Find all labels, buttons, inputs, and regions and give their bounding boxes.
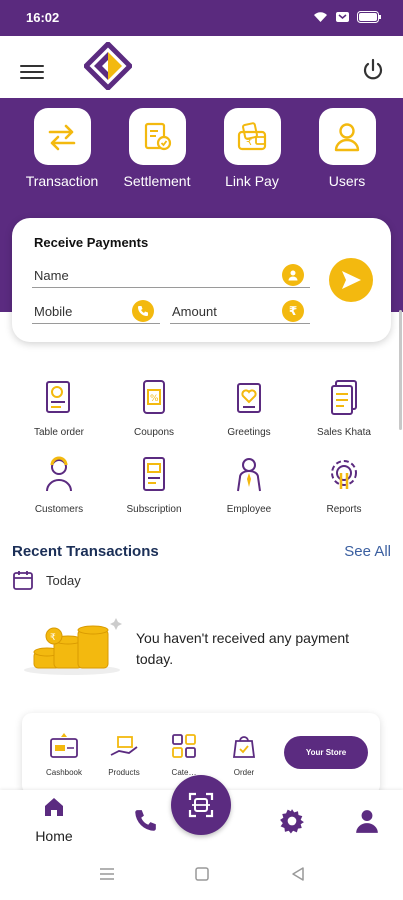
settings-gear-icon[interactable]: [279, 808, 305, 834]
amount-placeholder: Amount: [172, 304, 217, 319]
recent-transactions-title: Recent Transactions: [12, 543, 159, 560]
feature-label: Customers: [34, 504, 84, 515]
store-item-order[interactable]: Order: [219, 733, 269, 777]
system-navigation-bar: [0, 852, 403, 900]
nav-home-label: Home: [35, 828, 73, 844]
categories-icon: [172, 734, 196, 758]
quick-action-settlement[interactable]: Settlement: [112, 108, 202, 189]
app-bar: [0, 36, 403, 98]
person-icon: [282, 264, 304, 286]
store-item-products[interactable]: Products: [99, 733, 149, 777]
back-triangle-icon[interactable]: [290, 866, 306, 887]
quick-tile: ₹: [223, 108, 281, 165]
hamburger-menu-icon[interactable]: [20, 65, 44, 83]
quick-tile: [128, 108, 186, 165]
scan-icon: [188, 792, 214, 818]
employee-icon: [237, 458, 261, 492]
phone-icon: [132, 300, 154, 322]
feature-label: Reports: [326, 504, 362, 515]
recent-apps-icon[interactable]: [99, 866, 115, 887]
feature-sales-khata[interactable]: Sales Khata: [299, 378, 389, 438]
calendar-icon: [13, 571, 33, 590]
phone-icon[interactable]: [132, 808, 158, 834]
quick-action-label: Transaction: [25, 173, 99, 189]
svg-text:₹: ₹: [246, 137, 252, 148]
scrollbar[interactable]: [399, 310, 402, 430]
reports-gear-icon: [331, 460, 357, 489]
mobile-placeholder: Mobile: [34, 304, 73, 319]
subscription-icon: [143, 457, 165, 491]
amount-field[interactable]: Amount ₹: [170, 300, 310, 324]
home-icon: [45, 798, 63, 816]
status-bar: 16:02: [0, 0, 403, 36]
your-store-button[interactable]: Your Store: [284, 736, 368, 769]
date-filter-label: Today: [46, 572, 81, 588]
user-icon: [334, 122, 360, 151]
feature-label: Employee: [226, 504, 272, 515]
rupee-icon: ₹: [282, 300, 304, 322]
name-placeholder: Name: [34, 268, 69, 283]
wifi-icon: [314, 12, 327, 22]
quick-action-users[interactable]: Users: [302, 108, 392, 189]
send-arrow-icon: [342, 271, 361, 289]
wallet-icon: ₹: [237, 121, 267, 150]
home-square-icon[interactable]: [194, 866, 210, 887]
quick-action-label: Settlement: [123, 173, 191, 189]
feature-coupons[interactable]: % Coupons: [109, 378, 199, 438]
profile-icon[interactable]: [354, 808, 380, 834]
feature-label: Greetings: [227, 427, 271, 438]
swap-arrows-icon: [48, 124, 76, 150]
svg-text:₹: ₹: [50, 633, 56, 643]
store-item-cashbook[interactable]: Cashbook: [39, 733, 89, 777]
quick-tile: [318, 108, 376, 165]
greeting-card-icon: [237, 383, 261, 413]
feature-label: Coupons: [133, 427, 175, 438]
feature-label: Subscription: [126, 504, 182, 515]
brand-logo: [84, 42, 132, 90]
store-item-label: Order: [233, 768, 255, 777]
scan-qr-button[interactable]: [171, 775, 231, 835]
store-item-label: Cashbook: [45, 768, 83, 777]
settlement-icon: [144, 122, 172, 150]
coupon-icon: %: [143, 380, 165, 414]
store-item-label: Products: [108, 768, 140, 777]
mobile-field[interactable]: Mobile: [32, 300, 160, 324]
empty-state-message: You haven't received any payment today.: [136, 630, 350, 667]
battery-icon: [357, 11, 381, 23]
cashbook-icon: [50, 733, 78, 758]
quick-action-label: Link Pay: [225, 173, 279, 189]
status-icons: [313, 11, 381, 23]
quick-action-label: Users: [328, 173, 366, 189]
feature-label: Sales Khata: [317, 427, 371, 438]
notification-icon: [336, 12, 349, 22]
ledger-icon: [331, 380, 357, 415]
quick-tile: [33, 108, 91, 165]
receive-payments-card: Receive Payments Name Mobile Amount ₹: [12, 218, 391, 342]
feature-greetings[interactable]: Greetings: [204, 378, 294, 438]
receive-payments-title: Receive Payments: [34, 235, 149, 250]
empty-state: ₹ You haven't received any payment today…: [24, 612, 384, 682]
feature-table-order[interactable]: Table order: [14, 378, 104, 438]
svg-text:%: %: [150, 394, 159, 404]
table-order-icon: [46, 381, 70, 413]
feature-customers[interactable]: Customers: [14, 455, 104, 515]
nav-home[interactable]: Home: [26, 795, 82, 844]
see-all-link[interactable]: See All: [344, 543, 391, 560]
customer-icon: [46, 456, 72, 492]
coin-stack-illustration: ₹: [24, 618, 122, 675]
feature-employee[interactable]: Employee: [204, 455, 294, 515]
feature-label: Table order: [33, 427, 85, 438]
power-icon[interactable]: [361, 58, 385, 82]
date-filter[interactable]: Today: [12, 569, 81, 591]
name-field[interactable]: Name: [32, 264, 310, 288]
quick-action-link-pay[interactable]: ₹ Link Pay: [207, 108, 297, 189]
status-time: 16:02: [26, 10, 60, 25]
store-item-categories[interactable]: Cate…: [159, 733, 209, 777]
send-button[interactable]: [329, 258, 373, 302]
feature-reports[interactable]: Reports: [299, 455, 389, 515]
feature-subscription[interactable]: Subscription: [109, 455, 199, 515]
products-icon: [110, 736, 138, 756]
order-bag-icon: [232, 736, 256, 758]
quick-action-transaction[interactable]: Transaction: [17, 108, 107, 189]
